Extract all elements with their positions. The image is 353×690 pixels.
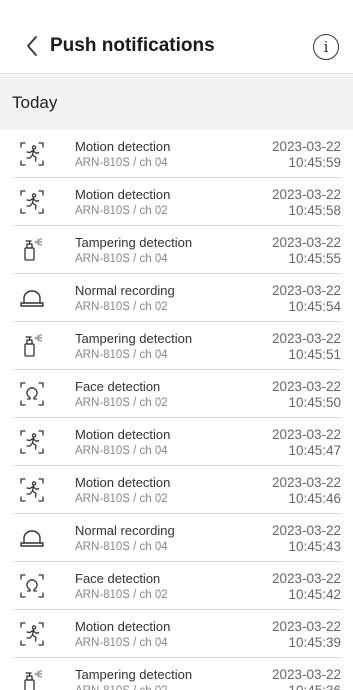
notification-time: 10:45:50 [288,395,341,410]
notification-source: ARN-810S / ch 04 [75,349,168,361]
notification-title: Motion detection [75,427,171,442]
notification-title: Motion detection [75,139,171,154]
notification-time: 10:45:43 [288,539,341,554]
motion-detection-icon [18,188,46,216]
notification-date: 2023-03-22 [271,379,341,394]
notification-title: Motion detection [75,187,171,202]
notification-time: 10:45:55 [288,251,341,266]
notification-title: Normal recording [75,283,175,298]
info-button[interactable]: i [313,34,339,60]
face-detection-icon [18,572,46,600]
notification-date: 2023-03-22 [271,331,341,346]
section-title: Today [12,93,58,112]
notification-title: Motion detection [75,619,171,634]
notification-date: 2023-03-22 [271,235,341,250]
notification-date: 2023-03-22 [271,571,341,586]
tampering-detection-icon [18,668,46,690]
notification-title: Tampering detection [75,331,193,346]
notification-source: ARN-810S / ch 02 [75,684,168,690]
notification-item[interactable]: Tampering detection ARN-810S / ch 04 2023-… [12,322,341,370]
page-title: Push notifications [50,35,215,56]
face-detection-icon [18,380,46,408]
tampering-detection-icon [18,332,46,360]
notification-item[interactable]: Motion detection ARN-810S / ch 02 2023-03-… [12,466,341,514]
notification-time: 10:45:46 [288,491,341,506]
notification-list: Motion detection ARN-810S / ch 04 2023-03-… [0,130,353,690]
notification-source: ARN-810S / ch 02 [75,205,168,217]
notification-date: 2023-03-22 [271,619,341,634]
notification-time: 10:45:59 [288,155,341,170]
notification-source: ARN-810S / ch 02 [75,397,168,409]
notification-date: 2023-03-22 [271,523,341,538]
normal-recording-icon [18,524,46,552]
notification-date: 2023-03-22 [271,667,341,682]
notification-title: Motion detection [75,475,171,490]
notification-time: 10:45:58 [288,203,341,218]
section-header-today: Today [0,75,353,130]
notification-date: 2023-03-22 [271,139,341,154]
motion-detection-icon [18,620,46,648]
notification-title: Tampering detection [75,235,193,250]
notification-source: ARN-810S / ch 04 [75,637,168,649]
notification-source: ARN-810S / ch 02 [75,589,168,601]
normal-recording-icon [18,284,46,312]
notification-date: 2023-03-22 [271,187,341,202]
notification-title: Face detection [75,379,161,394]
notification-source: ARN-810S / ch 02 [75,301,168,313]
motion-detection-icon [18,476,46,504]
notification-item[interactable]: Normal recording ARN-810S / ch 04 2023-03-… [12,514,341,562]
motion-detection-icon [18,140,46,168]
notification-time: 10:45:54 [288,299,341,314]
chevron-left-icon [27,36,37,56]
notification-item[interactable]: Motion detection ARN-810S / ch 02 2023-03-… [12,178,341,226]
notification-source: ARN-810S / ch 04 [75,541,168,553]
notification-time: 10:45:42 [288,587,341,602]
notification-item[interactable]: Face detection ARN-810S / ch 02 2023-03-22… [12,562,341,610]
notification-title: Tampering detection [75,667,193,682]
notification-date: 2023-03-22 [271,427,341,442]
notification-title: Face detection [75,571,161,586]
notification-time: 10:45:39 [288,635,341,650]
notification-item[interactable]: Normal recording ARN-810S / ch 02 2023-03-… [12,274,341,322]
app-header: Push notifications i [0,0,353,74]
info-icon: i [323,38,329,56]
notification-source: ARN-810S / ch 04 [75,445,168,457]
back-button[interactable] [22,32,42,60]
notification-item[interactable]: Face detection ARN-810S / ch 02 2023-03-22… [12,370,341,418]
notification-source: ARN-810S / ch 04 [75,253,168,265]
notification-item[interactable]: Motion detection ARN-810S / ch 04 2023-03-… [12,130,341,178]
notification-item[interactable]: Motion detection ARN-810S / ch 04 2023-03-… [12,610,341,658]
motion-detection-icon [18,428,46,456]
notification-time: 10:45:51 [288,347,341,362]
notification-source: ARN-810S / ch 04 [75,157,168,169]
notification-title: Normal recording [75,523,175,538]
notification-item[interactable]: Tampering detection ARN-810S / ch 04 2023-… [12,226,341,274]
notification-time: 10:45:47 [288,443,341,458]
notification-item[interactable]: Motion detection ARN-810S / ch 04 2023-03-… [12,418,341,466]
notification-time: 10:45:36 [288,683,341,690]
tampering-detection-icon [18,236,46,264]
notification-item[interactable]: Tampering detection ARN-810S / ch 02 2023-… [12,658,341,690]
notification-date: 2023-03-22 [271,475,341,490]
notification-source: ARN-810S / ch 02 [75,493,168,505]
notification-date: 2023-03-22 [271,283,341,298]
